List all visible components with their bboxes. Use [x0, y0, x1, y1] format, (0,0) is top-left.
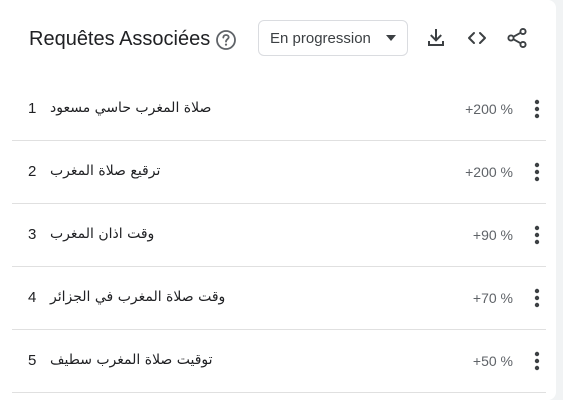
query-text[interactable]: وقت اذان المغرب	[50, 224, 154, 244]
growth-value: +50 %	[472, 353, 513, 369]
more-vert-icon[interactable]	[534, 162, 540, 182]
growth-value: +200 %	[465, 101, 513, 117]
trend-filter-dropdown[interactable]: En progression	[258, 20, 408, 56]
more-vert-icon[interactable]	[534, 351, 540, 371]
caret-down-icon	[386, 35, 396, 41]
embed-code-icon[interactable]	[465, 26, 489, 50]
more-vert-icon[interactable]	[534, 225, 540, 245]
growth-value: +200 %	[465, 164, 513, 180]
more-vert-icon[interactable]	[534, 288, 540, 308]
card-title: Requêtes Associées	[29, 28, 211, 50]
queries-list: 1 صلاة المغرب حاسي مسعود +200 % 2 ترقيع …	[12, 78, 546, 393]
query-text[interactable]: صلاة المغرب حاسي مسعود	[50, 98, 211, 118]
query-text[interactable]: ترقيع صلاة المغرب	[50, 161, 160, 181]
rank-number: 4	[28, 289, 37, 306]
download-icon[interactable]	[424, 26, 448, 50]
dropdown-selected-value: En progression	[270, 30, 371, 47]
help-circle-icon[interactable]	[215, 29, 237, 51]
query-row[interactable]: 3 وقت اذان المغرب +90 %	[12, 204, 546, 267]
query-row[interactable]: 1 صلاة المغرب حاسي مسعود +200 %	[12, 78, 546, 141]
query-row[interactable]: 2 ترقيع صلاة المغرب +200 %	[12, 141, 546, 204]
share-icon[interactable]	[505, 26, 529, 50]
rank-number: 5	[28, 352, 37, 369]
card-header: Requêtes Associées En progression	[0, 0, 556, 78]
rank-number: 1	[28, 100, 37, 117]
query-text[interactable]: وقت صلاة المغرب في الجزائر	[50, 287, 225, 307]
more-vert-icon[interactable]	[534, 99, 540, 119]
growth-value: +90 %	[472, 227, 513, 243]
growth-value: +70 %	[472, 290, 513, 306]
query-text[interactable]: توقيت صلاة المغرب سطيف	[50, 350, 213, 370]
query-row[interactable]: 5 توقيت صلاة المغرب سطيف +50 %	[12, 330, 546, 393]
rank-number: 3	[28, 226, 37, 243]
related-queries-card: Requêtes Associées En progression 1 صلاة…	[0, 0, 556, 400]
query-row[interactable]: 4 وقت صلاة المغرب في الجزائر +70 %	[12, 267, 546, 330]
rank-number: 2	[28, 163, 37, 180]
